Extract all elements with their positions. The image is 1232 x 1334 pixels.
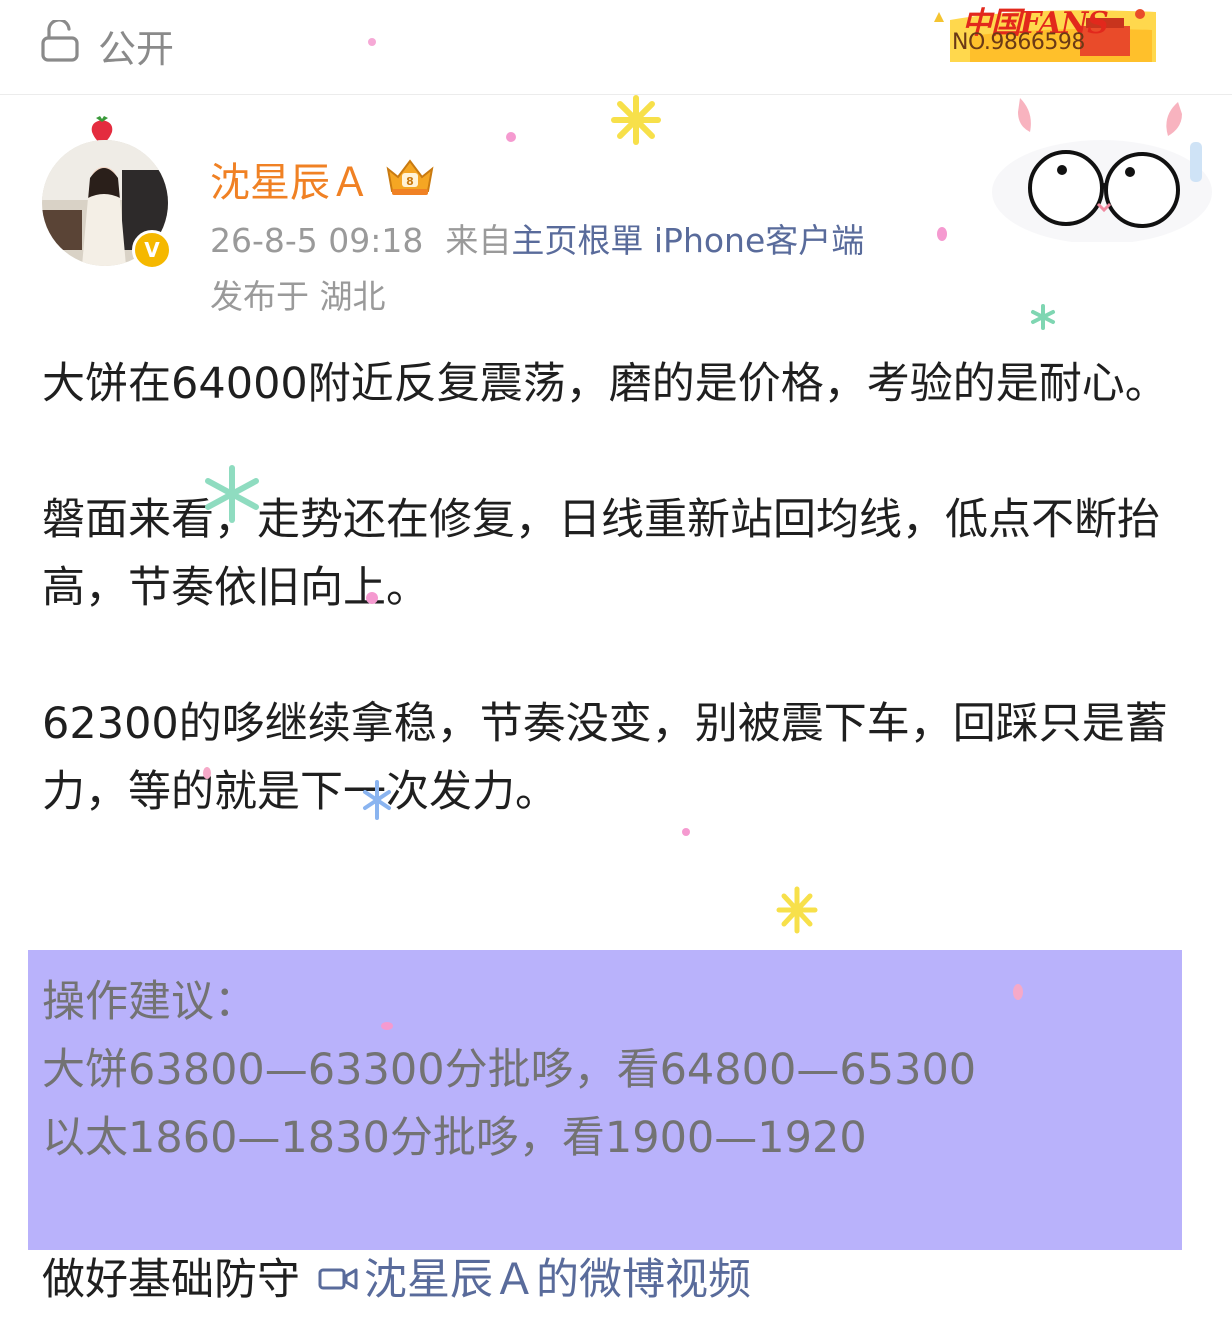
post-body: 大饼在64000附近反复震荡，磨的是价格，考验的是耐心。 磐面来看，走势还在修复…	[42, 350, 1202, 826]
bunny-glasses-decoration	[992, 98, 1212, 242]
post-location: 发布于 湖北	[210, 277, 386, 316]
visibility-setting[interactable]: 公开	[40, 18, 174, 73]
author-row: 沈星辰Ａ 8	[210, 150, 438, 208]
post-paragraph: 磐面来看，走势还在修复，日线重新站回均线，低点不断抬高，节奏依旧向上。	[42, 495, 1160, 613]
top-bar: 公开 中国FANS NO.9866598	[0, 0, 1232, 95]
video-camera-icon	[318, 1246, 358, 1314]
fans-badge-number: NO.9866598	[952, 30, 1085, 55]
post-paragraph: 大饼在64000附近反复震荡，磨的是价格，考验的是耐心。	[42, 359, 1168, 409]
svg-text:8: 8	[406, 175, 414, 188]
snowflake-decoration	[1031, 304, 1055, 330]
petal-decoration	[937, 227, 947, 241]
advice-heading: 操作建议：	[42, 977, 257, 1027]
lock-open-icon	[40, 18, 80, 71]
post-source-link[interactable]: 主页根單 iPhone客户端	[511, 221, 864, 260]
author-avatar-group[interactable]: V	[42, 114, 172, 270]
sparkle-decoration	[776, 886, 818, 934]
fans-badge[interactable]: 中国FANS NO.9866598	[930, 0, 1158, 62]
post-time: 26-8-5 09:18	[210, 221, 424, 260]
petal-decoration	[506, 132, 516, 142]
crown-badge-icon[interactable]: 8	[382, 155, 438, 203]
video-link-label: 沈星辰Ａ的微博视频	[364, 1255, 751, 1305]
post-paragraph: 62300的哆继续拿稳，节奏没变，别被震下车，回踩只是蓄力，等的就是下一次发力。	[42, 699, 1168, 817]
verified-badge: V	[132, 230, 172, 270]
visibility-label: 公开	[98, 27, 175, 71]
post-meta: 26-8-5 09:18 来自主页根單 iPhone客户端	[210, 214, 864, 262]
advice-line: 大饼63800—63300分批哆，看64800—65300	[42, 1045, 977, 1095]
advice-line: 以太1860—1830分批哆，看1900—1920	[42, 1113, 867, 1163]
petal-decoration	[682, 828, 690, 836]
author-name[interactable]: 沈星辰Ａ	[210, 150, 370, 208]
sparkle-decoration	[611, 95, 661, 145]
source-prefix: 来自	[445, 221, 512, 260]
video-link[interactable]: 沈星辰Ａ的微博视频	[300, 1246, 751, 1314]
footer-text: 做好基础防守	[42, 1255, 300, 1305]
post-footer: 做好基础防守 沈星辰Ａ的微博视频	[42, 1246, 751, 1314]
trade-advice: 操作建议： 大饼63800—63300分批哆，看64800—65300 以太18…	[42, 968, 1182, 1172]
